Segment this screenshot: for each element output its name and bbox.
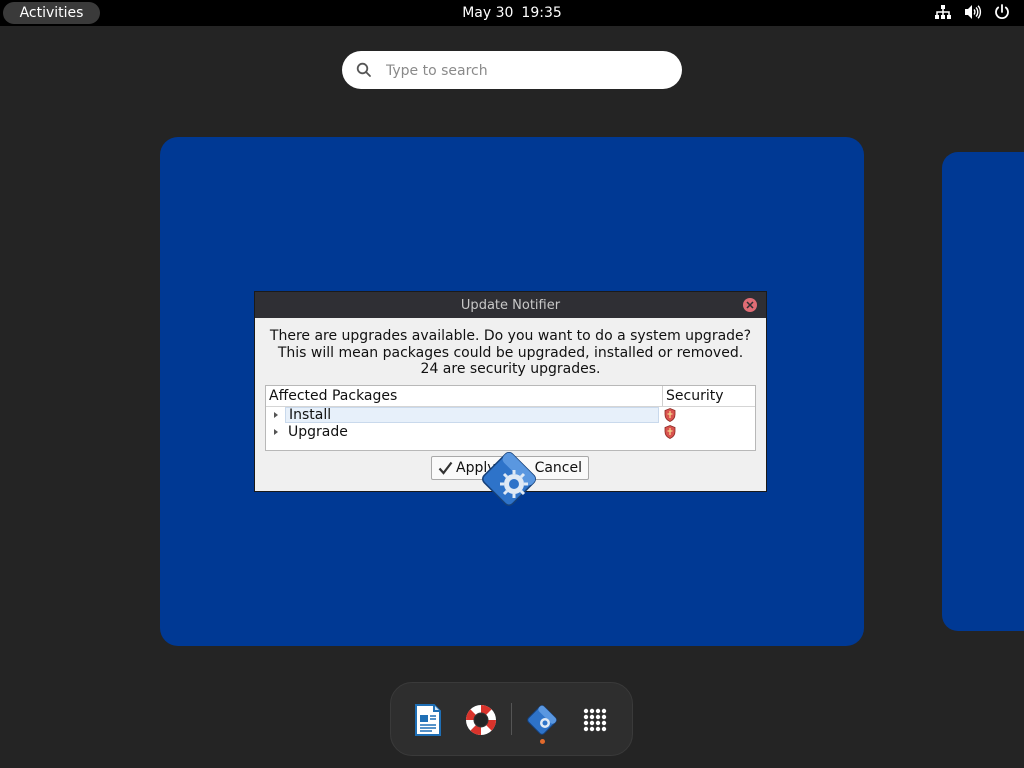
clock-date: May 30 [462,5,514,21]
tree-row-upgrade[interactable]: Upgrade [266,424,755,441]
search-bar[interactable] [342,51,682,91]
top-bar: Activities May 30 19:35 [0,0,1024,26]
update-notifier-drag-icon[interactable] [478,448,540,514]
clock[interactable]: May 30 19:35 [0,0,1024,26]
column-header-affected-packages[interactable]: Affected Packages [266,386,663,406]
dialog-message: There are upgrades available. Do you wan… [255,328,766,378]
volume-icon[interactable] [964,4,982,20]
clock-time: 19:35 [521,5,562,21]
close-button[interactable] [743,298,757,312]
column-header-security[interactable]: Security [663,386,724,406]
dash [390,682,633,756]
checkmark-icon [438,461,453,475]
shield-icon [664,425,676,443]
row-label: Upgrade [288,424,348,440]
close-icon [746,301,754,309]
packages-header: Affected Packages Security [266,386,755,407]
message-line: This will mean packages could be upgrade… [277,344,744,361]
dialog-title: Update Notifier [460,297,561,313]
system-tray[interactable] [934,4,1010,20]
dash-separator [511,703,512,735]
packages-tree[interactable]: Affected Packages Security Install Upgra… [265,385,756,451]
power-icon[interactable] [994,4,1010,20]
update-notifier-app-icon[interactable] [525,703,559,737]
show-apps-icon[interactable] [578,703,612,737]
search-input[interactable] [384,51,668,91]
message-line: 24 are security upgrades. [420,361,601,377]
expand-arrow-icon[interactable] [274,429,278,435]
expand-arrow-icon[interactable] [274,412,278,418]
running-indicator [540,739,545,744]
writer-app-icon[interactable] [411,703,445,737]
network-icon[interactable] [934,4,952,20]
tree-row-install[interactable]: Install [266,407,755,424]
help-app-icon[interactable] [464,703,498,737]
search-icon [356,62,372,82]
cancel-label: Cancel [534,460,582,476]
message-line: There are upgrades available. Do you wan… [269,328,752,344]
workspace-next[interactable] [942,152,1024,631]
dialog-titlebar[interactable]: Update Notifier [255,292,766,318]
row-label: Install [285,407,659,423]
